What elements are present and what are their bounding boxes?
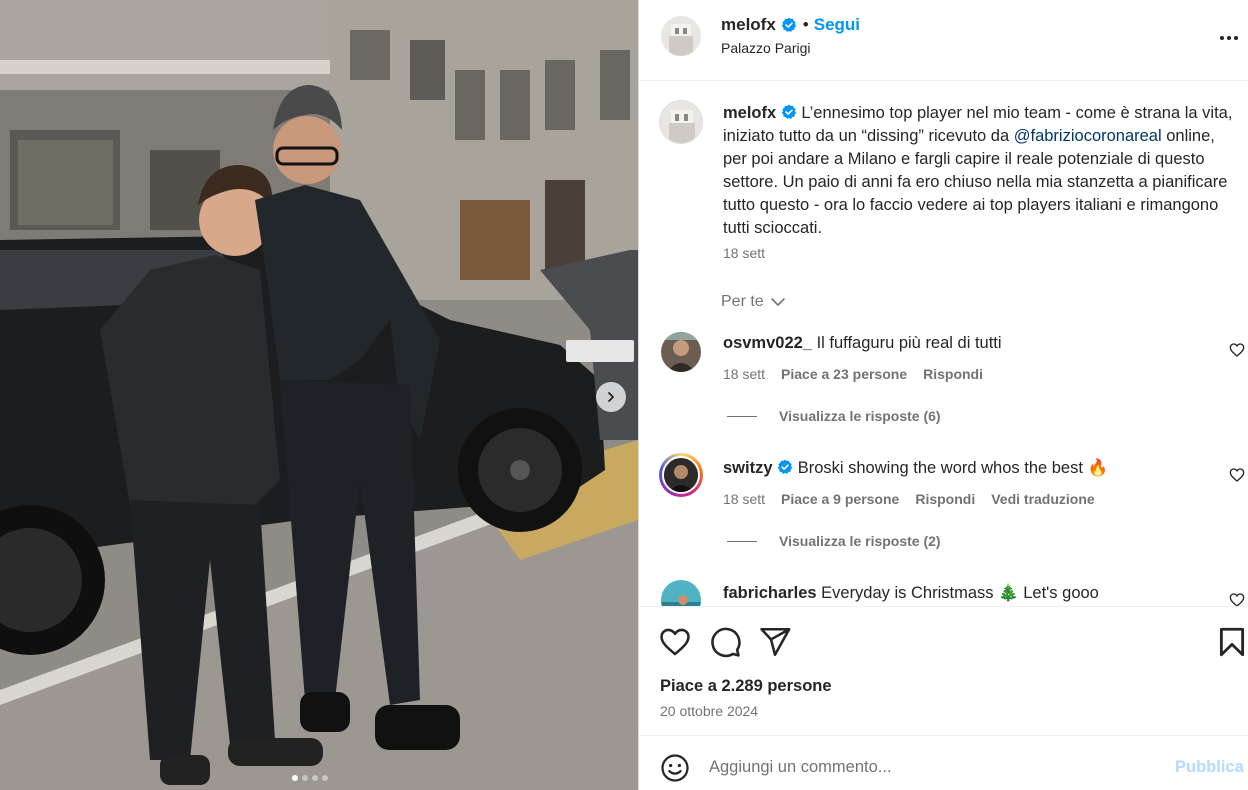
comment-body: switzy Broski showing the word whos the … <box>723 459 1108 478</box>
post-header: melofx • Segui Palazzo Parigi <box>639 0 1248 81</box>
comment-avatar[interactable] <box>661 332 701 372</box>
carousel-dot <box>302 775 308 781</box>
view-replies-label: Visualizza le risposte (6) <box>779 408 941 424</box>
sort-for-you-toggle[interactable]: Per te <box>721 293 786 311</box>
post-location[interactable]: Palazzo Parigi <box>721 40 811 56</box>
reply-button[interactable]: Rispondi <box>915 491 975 507</box>
more-options-icon[interactable] <box>1217 26 1241 50</box>
verified-badge-icon <box>781 104 796 119</box>
likes-count[interactable]: Piace a 2.289 persone <box>660 677 832 696</box>
comment-input[interactable] <box>709 749 1159 785</box>
comment-meta: 18 sett Piace a 23 persone Rispondi <box>723 366 983 382</box>
post-photo[interactable] <box>0 0 638 790</box>
author-avatar[interactable] <box>661 16 701 56</box>
carousel-dot <box>312 775 318 781</box>
comments-list[interactable]: melofx L’ennesimo top player nel mio tea… <box>639 82 1248 606</box>
carousel-indicator <box>292 775 328 781</box>
comment-meta: 18 sett Piace a 9 persone Rispondi Vedi … <box>723 491 1095 507</box>
post-actions: Piace a 2.289 persone 20 ottobre 2024 <box>639 606 1248 736</box>
chevron-right-icon <box>608 392 614 402</box>
comment-timestamp[interactable]: 18 sett <box>723 491 765 507</box>
post-caption: melofx L’ennesimo top player nel mio tea… <box>723 102 1233 240</box>
author-row: melofx • Segui <box>721 15 860 35</box>
heart-icon[interactable] <box>1229 342 1245 358</box>
comment-username[interactable]: osvmv022_ <box>723 334 812 352</box>
heart-icon[interactable] <box>658 625 692 659</box>
comment-body: fabricharles Everyday is Christmass 🎄 Le… <box>723 584 1099 603</box>
carousel-next-button[interactable] <box>596 382 626 412</box>
publish-button[interactable]: Pubblica <box>1175 758 1244 777</box>
bookmark-icon[interactable] <box>1215 625 1248 659</box>
caption-timestamp[interactable]: 18 sett <box>723 245 765 261</box>
comment-likes[interactable]: Piace a 23 persone <box>781 366 907 382</box>
caption-mention-link[interactable]: @fabriziocoronareal <box>1014 127 1162 145</box>
replies-line <box>727 415 757 417</box>
comment-avatar[interactable] <box>661 580 701 606</box>
post-date: 20 ottobre 2024 <box>660 703 759 719</box>
see-translation-button[interactable]: Vedi traduzione <box>991 491 1094 507</box>
photo-scene <box>0 0 638 790</box>
comment-username[interactable]: switzy <box>723 459 773 477</box>
share-icon[interactable] <box>758 625 792 659</box>
follow-button[interactable]: Segui <box>814 15 860 35</box>
view-replies-button[interactable]: Visualizza le risposte (6) <box>727 408 941 424</box>
emoji-icon[interactable] <box>660 753 690 783</box>
comment-text: Il fuffaguru più real di tutti <box>812 334 1002 352</box>
caption-username[interactable]: melofx <box>723 104 776 122</box>
heart-icon[interactable] <box>1229 467 1245 483</box>
replies-line <box>727 540 757 542</box>
comment-icon[interactable] <box>708 625 742 659</box>
comment-text: Everyday is Christmass 🎄 Let's gooo <box>816 584 1099 602</box>
carousel-dot <box>292 775 298 781</box>
verified-badge-icon <box>777 459 793 474</box>
reply-button[interactable]: Rispondi <box>923 366 983 382</box>
view-replies-label: Visualizza le risposte (2) <box>779 533 941 549</box>
heart-icon[interactable] <box>1229 592 1245 606</box>
post-details-panel: melofx • Segui Palazzo Parigi melofx L’e… <box>638 0 1248 790</box>
comment-body: osvmv022_ Il fuffaguru più real di tutti <box>723 334 1002 353</box>
verified-badge-icon <box>781 17 796 32</box>
carousel-dot <box>322 775 328 781</box>
comment-text: Broski showing the word whos the best 🔥 <box>793 459 1109 477</box>
comment-avatar-story-ring[interactable] <box>659 453 703 497</box>
separator-dot: • <box>802 15 809 34</box>
comment-username[interactable]: fabricharles <box>723 584 817 602</box>
view-replies-button[interactable]: Visualizza le risposte (2) <box>727 533 941 549</box>
caption-avatar[interactable] <box>659 100 703 144</box>
comment-likes[interactable]: Piace a 9 persone <box>781 491 899 507</box>
author-username[interactable]: melofx <box>721 15 776 35</box>
sort-label: Per te <box>721 293 764 310</box>
comment-timestamp[interactable]: 18 sett <box>723 366 765 382</box>
chevron-down-icon <box>770 298 785 306</box>
add-comment-bar: Pubblica <box>639 737 1248 790</box>
